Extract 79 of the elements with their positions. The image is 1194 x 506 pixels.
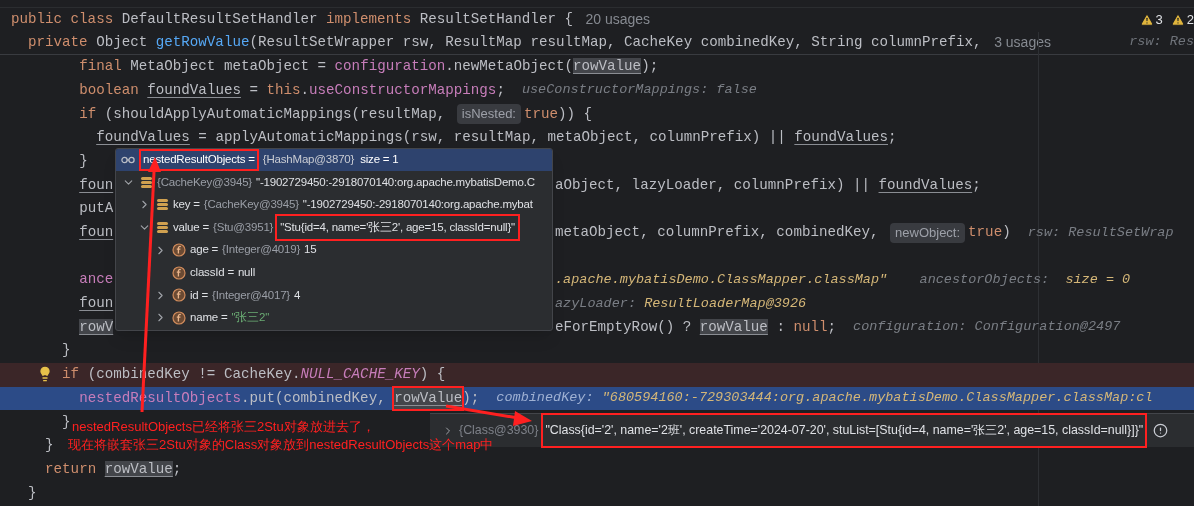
highlighted-variable: rowValue <box>394 387 463 410</box>
inline-hint: rsw: ResultSetWrap <box>1027 223 1174 242</box>
code-text: foun <box>79 175 114 195</box>
code-text: true)) { <box>524 104 593 124</box>
inline-hint: combinedKey: <box>496 389 595 408</box>
field-icon <box>172 310 186 325</box>
object-type: {CacheKey@3945} <box>157 174 252 190</box>
code-text: foun <box>79 223 114 242</box>
parameter-hint: newObject: <box>890 222 966 243</box>
variable-value: size = 1 <box>360 152 399 168</box>
object-type: {Class@3930} <box>459 422 539 438</box>
code-text: } <box>62 341 71 361</box>
code-text: } <box>28 483 37 503</box>
variable-value: "张三2" <box>231 310 270 326</box>
glasses-icon <box>121 155 135 165</box>
variable-value: 4 <box>294 287 301 303</box>
warning-count[interactable]: 2 <box>1186 9 1194 30</box>
variable-value: 15 <box>304 242 317 258</box>
usages-link[interactable]: 20 usages <box>585 9 651 30</box>
inline-hint: azyLoader: <box>555 294 637 313</box>
database-icon <box>156 221 169 234</box>
code-text: aObject, lazyLoader, columnPrefix) || foundValues; <box>555 175 981 195</box>
field-icon <box>172 243 186 258</box>
variable-value: "-1902729450:-2918070140:org.apache.mybat <box>302 197 533 213</box>
object-type: {Stu@3951} <box>213 219 274 235</box>
object-type: {HashMap@3870} <box>262 152 355 168</box>
code-text: foun <box>79 294 114 314</box>
database-icon <box>140 175 153 189</box>
inline-value: ResultLoaderMap@3926 <box>644 294 807 313</box>
database-icon <box>156 198 169 212</box>
warning-icon[interactable] <box>1139 12 1154 27</box>
code-text: metaObject, columnPrefix, combinedKey, <box>555 223 880 242</box>
variable-value: "-1902729450:-2918070140:org.apache.mybatisDemo.C <box>256 174 535 190</box>
code-text: final MetaObject metaObject = configuration.newMetaObject(rowValue); <box>79 57 659 77</box>
code-text: } <box>62 412 71 432</box>
inline-hint: ancestorObjects: <box>918 270 1051 289</box>
variable-name: id = <box>190 287 209 303</box>
code-text: public class DefaultResultSetHandler implements ResultSetHandler { <box>11 9 574 29</box>
code-text: ance <box>79 270 114 290</box>
code-text: rowV <box>79 317 114 337</box>
usages-link[interactable]: 3 usages <box>994 32 1051 53</box>
variable-value: "Stu{id=4, name='张三2', age=15, classId=null}" <box>277 215 518 240</box>
alert-icon[interactable] <box>1153 423 1168 438</box>
code-text: boolean foundValues = this.useConstructorMappings; <box>79 80 506 100</box>
variable-name: nestedResultObjects = <box>141 151 257 169</box>
variable-value: null <box>237 265 255 281</box>
variable-name: key = <box>173 197 200 213</box>
inline-value: "680594160:-729303444:org.apache.mybatisDemo.ClassMapper.classMap:cl <box>601 389 1153 408</box>
object-type: {CacheKey@3945} <box>203 197 299 213</box>
code-text: if (shouldApplyAutomaticMappings(resultMap, <box>79 104 447 124</box>
warning-count[interactable]: 3 <box>1155 9 1163 30</box>
code-text: return rowValue; <box>45 459 182 479</box>
warning-icon[interactable] <box>1170 12 1185 27</box>
annotation-text: 现在将嵌套张三2Stu对象的Class对象放到nestedResultObjects这个map中 <box>68 437 494 454</box>
code-text: true) <box>968 223 1012 242</box>
code-text: eForEmptyRow() ? rowValue : null; <box>555 317 837 337</box>
code-text: foundValues = applyAutomaticMappings(rsw, resultMap, metaObject, columnPrefix) || foundValues; <box>96 128 897 148</box>
object-type: {Integer@4017} <box>212 287 290 303</box>
variable-value: "Class{id='2', name='2班', createTime='2024-07-20', stuList=[Stu{id=4, name='张三2', age=15, classId=null}]}" <box>543 415 1146 446</box>
inline-value: .apache.mybatisDemo.ClassMapper.classMap" <box>555 270 888 289</box>
code-text: private Object getRowValue(ResultSetWrapper rsw, ResultMap resultMap, CacheKey combinedKey, String columnPrefix, <box>28 32 983 52</box>
inline-value: size = 0 <box>1065 270 1131 289</box>
object-type: {Integer@4019} <box>222 242 301 258</box>
field-icon <box>172 288 186 303</box>
tree-header-row[interactable]: nestedResultObjects = {HashMap@3870} size = 1 <box>116 149 552 171</box>
variable-name: age = <box>190 242 219 258</box>
inline-hint: useConstructorMappings: false <box>521 81 757 100</box>
annotation-text: nestedResultObjects已经将张三2Stu对象放进去了， <box>72 418 375 436</box>
variable-name: name = <box>190 310 228 326</box>
variable-name: value = <box>173 219 209 235</box>
code-text: putA <box>79 199 114 219</box>
parameter-hint: isNested: <box>456 104 521 125</box>
code-text: } <box>45 436 54 456</box>
variable-name: classId = <box>190 265 234 281</box>
code-text: } <box>79 151 88 171</box>
inline-hint: rsw: Res <box>1129 33 1194 52</box>
lightbulb-icon[interactable] <box>37 365 53 382</box>
field-icon <box>172 265 186 280</box>
inline-hint: configuration: Configuration@2497 <box>853 318 1121 337</box>
